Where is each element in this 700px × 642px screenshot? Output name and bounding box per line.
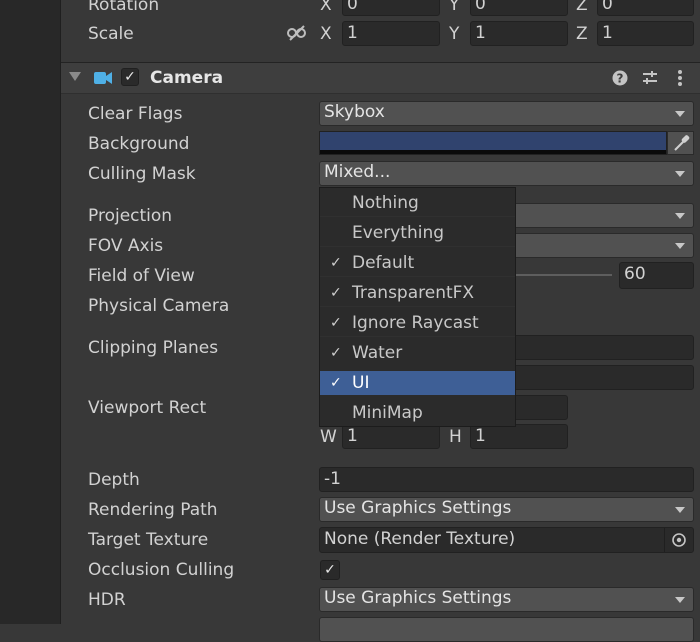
field-of-view-field[interactable]: 60 — [619, 262, 694, 289]
rotation-y-field[interactable]: 0 — [470, 0, 568, 16]
field-of-view-label: Field of View — [88, 266, 195, 286]
depth-label: Depth — [88, 470, 140, 490]
menu-item-ignore-raycast[interactable]: ✓ Ignore Raycast — [320, 311, 515, 335]
culling-mask-value: Mixed... — [324, 162, 391, 182]
menu-item-transparentfx[interactable]: ✓ TransparentFX — [320, 281, 515, 305]
more-options-icon[interactable] — [676, 69, 684, 87]
scale-y-field[interactable]: 1 — [470, 21, 568, 46]
hdr-value: Use Graphics Settings — [324, 588, 512, 608]
background-color-swatch[interactable] — [319, 131, 667, 155]
check-icon: ✓ — [330, 315, 342, 331]
menu-item-water[interactable]: ✓ Water — [320, 341, 515, 365]
check-icon: ✓ — [330, 255, 342, 271]
chevron-down-icon — [675, 597, 685, 603]
svg-text:?: ? — [617, 72, 624, 86]
viewport-w-field[interactable]: 1 — [342, 424, 440, 449]
menu-item-ui[interactable]: ✓ UI — [320, 371, 515, 395]
menu-item-everything[interactable]: Everything — [320, 221, 515, 245]
menu-item-default[interactable]: ✓ Default — [320, 251, 515, 275]
eyedropper-icon — [674, 135, 690, 151]
target-texture-label: Target Texture — [88, 530, 209, 550]
culling-mask-dropdown[interactable]: Mixed... — [319, 161, 694, 186]
menu-separator — [320, 276, 515, 277]
scale-y-label: Y — [449, 24, 460, 44]
scale-x-label: X — [320, 24, 332, 44]
eyedropper-button[interactable] — [667, 131, 694, 155]
hdr-label: HDR — [88, 590, 126, 610]
chevron-down-icon — [675, 213, 685, 219]
rotation-x-label: X — [320, 0, 332, 15]
help-icon[interactable]: ? — [612, 70, 628, 86]
hdr-dropdown[interactable]: Use Graphics Settings — [319, 587, 694, 612]
viewport-w-label: W — [320, 427, 337, 447]
occlusion-culling-label: Occlusion Culling — [88, 560, 235, 580]
clear-flags-label: Clear Flags — [88, 104, 183, 124]
rotation-y-label: Y — [449, 0, 460, 15]
menu-separator — [320, 306, 515, 307]
viewport-h-label: H — [449, 427, 462, 447]
menu-item-minimap[interactable]: MiniMap — [320, 401, 515, 425]
scale-z-label: Z — [576, 24, 588, 44]
check-icon: ✓ — [330, 375, 342, 391]
target-texture-field[interactable]: None (Render Texture) — [319, 527, 694, 553]
clear-flags-value: Skybox — [324, 102, 385, 122]
object-picker-button[interactable] — [664, 528, 693, 552]
rendering-path-value: Use Graphics Settings — [324, 498, 512, 518]
fov-axis-label: FOV Axis — [88, 236, 164, 256]
alpha-bar — [320, 150, 666, 154]
background-label: Background — [88, 134, 190, 154]
occlusion-culling-checkbox[interactable]: ✓ — [320, 560, 340, 580]
chevron-down-icon — [675, 171, 685, 177]
clear-flags-dropdown[interactable]: Skybox — [319, 101, 694, 126]
camera-icon — [93, 70, 113, 86]
culling-mask-menu: Nothing Everything ✓ Default ✓ Transpare… — [319, 187, 516, 427]
scale-x-field[interactable]: 1 — [342, 21, 440, 46]
rotation-x-field[interactable]: 0 — [342, 0, 440, 16]
scale-label: Scale — [88, 24, 134, 44]
menu-separator — [320, 216, 515, 217]
projection-label: Projection — [88, 206, 173, 226]
component-title: Camera — [150, 68, 224, 88]
scale-z-field[interactable]: 1 — [597, 21, 694, 46]
menu-separator — [320, 246, 515, 247]
chevron-down-icon — [675, 111, 685, 117]
foldout-arrow-icon[interactable] — [69, 72, 81, 81]
check-icon: ✓ — [330, 345, 342, 361]
menu-separator — [320, 336, 515, 337]
depth-field[interactable]: -1 — [319, 467, 694, 492]
target-texture-value: None (Render Texture) — [324, 529, 516, 549]
physical-camera-label: Physical Camera — [88, 296, 230, 316]
left-panel-strip — [0, 0, 60, 624]
rendering-path-dropdown[interactable]: Use Graphics Settings — [319, 497, 694, 522]
constrain-proportions-icon[interactable] — [286, 24, 308, 42]
rotation-label: Rotation — [88, 0, 160, 15]
culling-mask-label: Culling Mask — [88, 164, 196, 184]
field-of-view-slider[interactable] — [516, 274, 612, 276]
rendering-path-label: Rendering Path — [88, 500, 218, 520]
msaa-dropdown[interactable] — [319, 617, 694, 642]
object-picker-icon — [672, 533, 686, 547]
menu-item-nothing[interactable]: Nothing — [320, 191, 515, 215]
chevron-down-icon — [675, 507, 685, 513]
check-icon: ✓ — [330, 285, 342, 301]
viewport-h-field[interactable]: 1 — [470, 424, 568, 449]
viewport-rect-label: Viewport Rect — [88, 398, 207, 418]
rotation-z-label: Z — [576, 0, 588, 15]
presets-icon[interactable] — [641, 69, 659, 87]
chevron-down-icon — [675, 243, 685, 249]
rotation-z-field[interactable]: 0 — [597, 0, 694, 16]
camera-enabled-checkbox[interactable]: ✓ — [121, 68, 139, 86]
clipping-planes-label: Clipping Planes — [88, 338, 219, 358]
